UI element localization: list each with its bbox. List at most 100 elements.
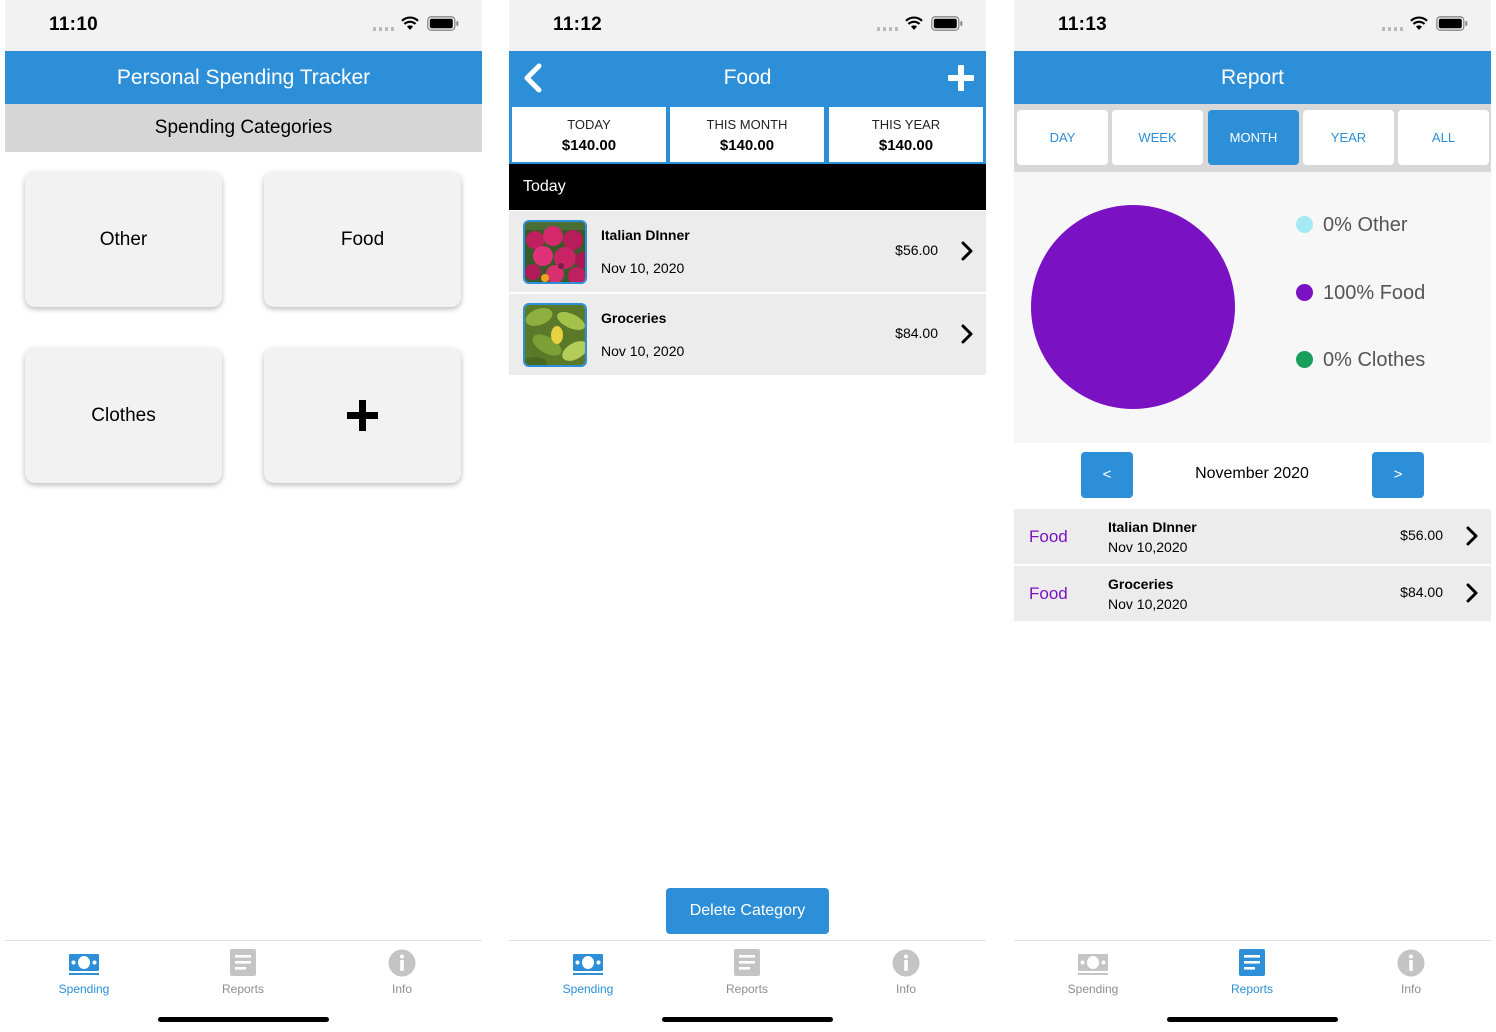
tab-label: Spending	[1067, 982, 1119, 996]
status-time: 11:12	[553, 14, 603, 35]
chevron-right-icon	[961, 241, 973, 261]
period-week-button[interactable]: WEEK	[1112, 110, 1203, 165]
legend-dot	[1296, 284, 1313, 301]
wifi-icon	[1410, 16, 1428, 30]
chevron-right-icon	[1466, 583, 1478, 603]
previous-month-button[interactable]: <	[1081, 452, 1133, 498]
money-icon	[69, 954, 99, 975]
wifi-icon	[401, 16, 419, 30]
transaction-row[interactable]: Groceries Nov 10, 2020 $84.00	[509, 294, 986, 375]
battery-icon	[427, 16, 459, 31]
transaction-amount: $84.00	[895, 325, 938, 341]
pie-chart	[1031, 205, 1235, 409]
summary-stats: TODAY $140.00 THIS MONTH $140.00 THIS YE…	[509, 104, 986, 164]
stat-this-year: THIS YEAR $140.00	[829, 107, 983, 162]
pie-slice-food	[1031, 205, 1235, 409]
stat-this-month: THIS MONTH $140.00	[670, 107, 824, 162]
reports-icon	[1239, 949, 1265, 976]
signal-icon	[373, 27, 394, 31]
plus-icon	[347, 400, 378, 431]
status-bar: 11:13	[1014, 0, 1491, 51]
battery-icon	[931, 16, 963, 31]
section-header: Spending Categories	[5, 104, 482, 152]
tab-reports[interactable]: Reports	[682, 949, 812, 1001]
status-bar: 11:10	[5, 0, 482, 51]
battery-icon	[1436, 16, 1468, 31]
money-icon	[573, 954, 603, 975]
tab-spending[interactable]: Spending	[1028, 949, 1158, 1001]
page-title: Report	[1220, 66, 1285, 89]
period-month-button[interactable]: MONTH	[1208, 110, 1299, 165]
legend-dot	[1296, 351, 1313, 368]
report-screen: 11:13 Report DAY WEEK MONTH YEAR ALL 0% …	[1014, 0, 1491, 1032]
pie-chart-area: 0% Other 100% Food 0% Clothes	[1014, 172, 1491, 443]
report-amount: $56.00	[1400, 527, 1443, 543]
report-row[interactable]: Food Italian DInner Nov 10,2020 $56.00	[1014, 509, 1491, 564]
tab-label: Reports	[1230, 982, 1274, 996]
report-date: Nov 10,2020	[1108, 539, 1188, 555]
stat-label: TODAY	[567, 117, 611, 132]
tab-label: Reports	[725, 982, 769, 996]
transaction-row[interactable]: Italian DInner Nov 10, 2020 $56.00	[509, 211, 986, 292]
tab-label: Reports	[221, 982, 265, 996]
legend-dot	[1296, 216, 1313, 233]
category-card-other[interactable]: Other	[25, 172, 222, 307]
report-category: Food	[1029, 584, 1068, 603]
info-icon	[892, 949, 920, 977]
next-month-button[interactable]: >	[1372, 452, 1424, 498]
group-header: Today	[509, 164, 986, 210]
reports-icon	[734, 949, 760, 976]
stat-value: $140.00	[878, 137, 934, 154]
report-row[interactable]: Food Groceries Nov 10,2020 $84.00	[1014, 566, 1491, 621]
tab-label: Info	[1400, 982, 1421, 996]
signal-icon	[1382, 27, 1403, 31]
tab-info[interactable]: Info	[337, 949, 467, 1001]
page-title: Personal Spending Tracker	[116, 66, 371, 89]
status-time: 11:13	[1058, 14, 1108, 35]
stat-today: TODAY $140.00	[512, 107, 666, 162]
stat-value: $140.00	[561, 137, 617, 154]
nav-bar: Report	[1014, 51, 1491, 104]
tab-spending[interactable]: Spending	[523, 949, 653, 1001]
tab-label: Info	[895, 982, 916, 996]
legend-label: 0% Clothes	[1323, 349, 1426, 371]
add-category-button[interactable]	[264, 348, 461, 483]
period-selector: DAY WEEK MONTH YEAR ALL	[1014, 104, 1491, 172]
legend-item-food: 100% Food	[1296, 282, 1425, 305]
period-day-button[interactable]: DAY	[1017, 110, 1108, 165]
tab-info[interactable]: Info	[841, 949, 971, 1001]
category-card-clothes[interactable]: Clothes	[25, 348, 222, 483]
tab-label: Info	[391, 982, 412, 996]
reports-icon	[230, 949, 256, 976]
back-chevron-icon[interactable]	[519, 63, 549, 93]
tab-reports[interactable]: Reports	[178, 949, 308, 1001]
tab-label: Spending	[58, 982, 110, 996]
month-label: November 2020	[1195, 465, 1309, 482]
chevron-right-icon	[961, 324, 973, 344]
stat-value: $140.00	[719, 137, 775, 154]
transaction-date: Nov 10, 2020	[601, 260, 685, 276]
add-transaction-icon[interactable]	[946, 63, 976, 93]
money-icon	[1078, 954, 1108, 975]
chevron-right-icon	[1466, 526, 1478, 546]
spending-screen: 11:10 Personal Spending Tracker Spending…	[5, 0, 482, 1032]
category-card-food[interactable]: Food	[264, 172, 461, 307]
tab-spending[interactable]: Spending	[19, 949, 149, 1001]
period-all-button[interactable]: ALL	[1398, 110, 1489, 165]
nav-bar: Personal Spending Tracker	[5, 51, 482, 104]
category-label: Other	[99, 229, 148, 250]
legend-label: 100% Food	[1323, 282, 1426, 304]
signal-icon	[877, 27, 898, 31]
legend-label: 0% Other	[1323, 214, 1408, 236]
delete-category-button[interactable]: Delete Category	[666, 888, 829, 934]
tab-reports[interactable]: Reports	[1187, 949, 1317, 1001]
transaction-name: Italian DInner	[601, 227, 690, 243]
stat-label: THIS YEAR	[871, 117, 941, 132]
nav-bar: Food	[509, 51, 986, 104]
period-year-button[interactable]: YEAR	[1303, 110, 1394, 165]
wifi-icon	[905, 16, 923, 30]
home-indicator	[662, 1017, 833, 1022]
tab-info[interactable]: Info	[1346, 949, 1476, 1001]
flowers-photo	[523, 220, 587, 284]
status-bar: 11:12	[509, 0, 986, 51]
